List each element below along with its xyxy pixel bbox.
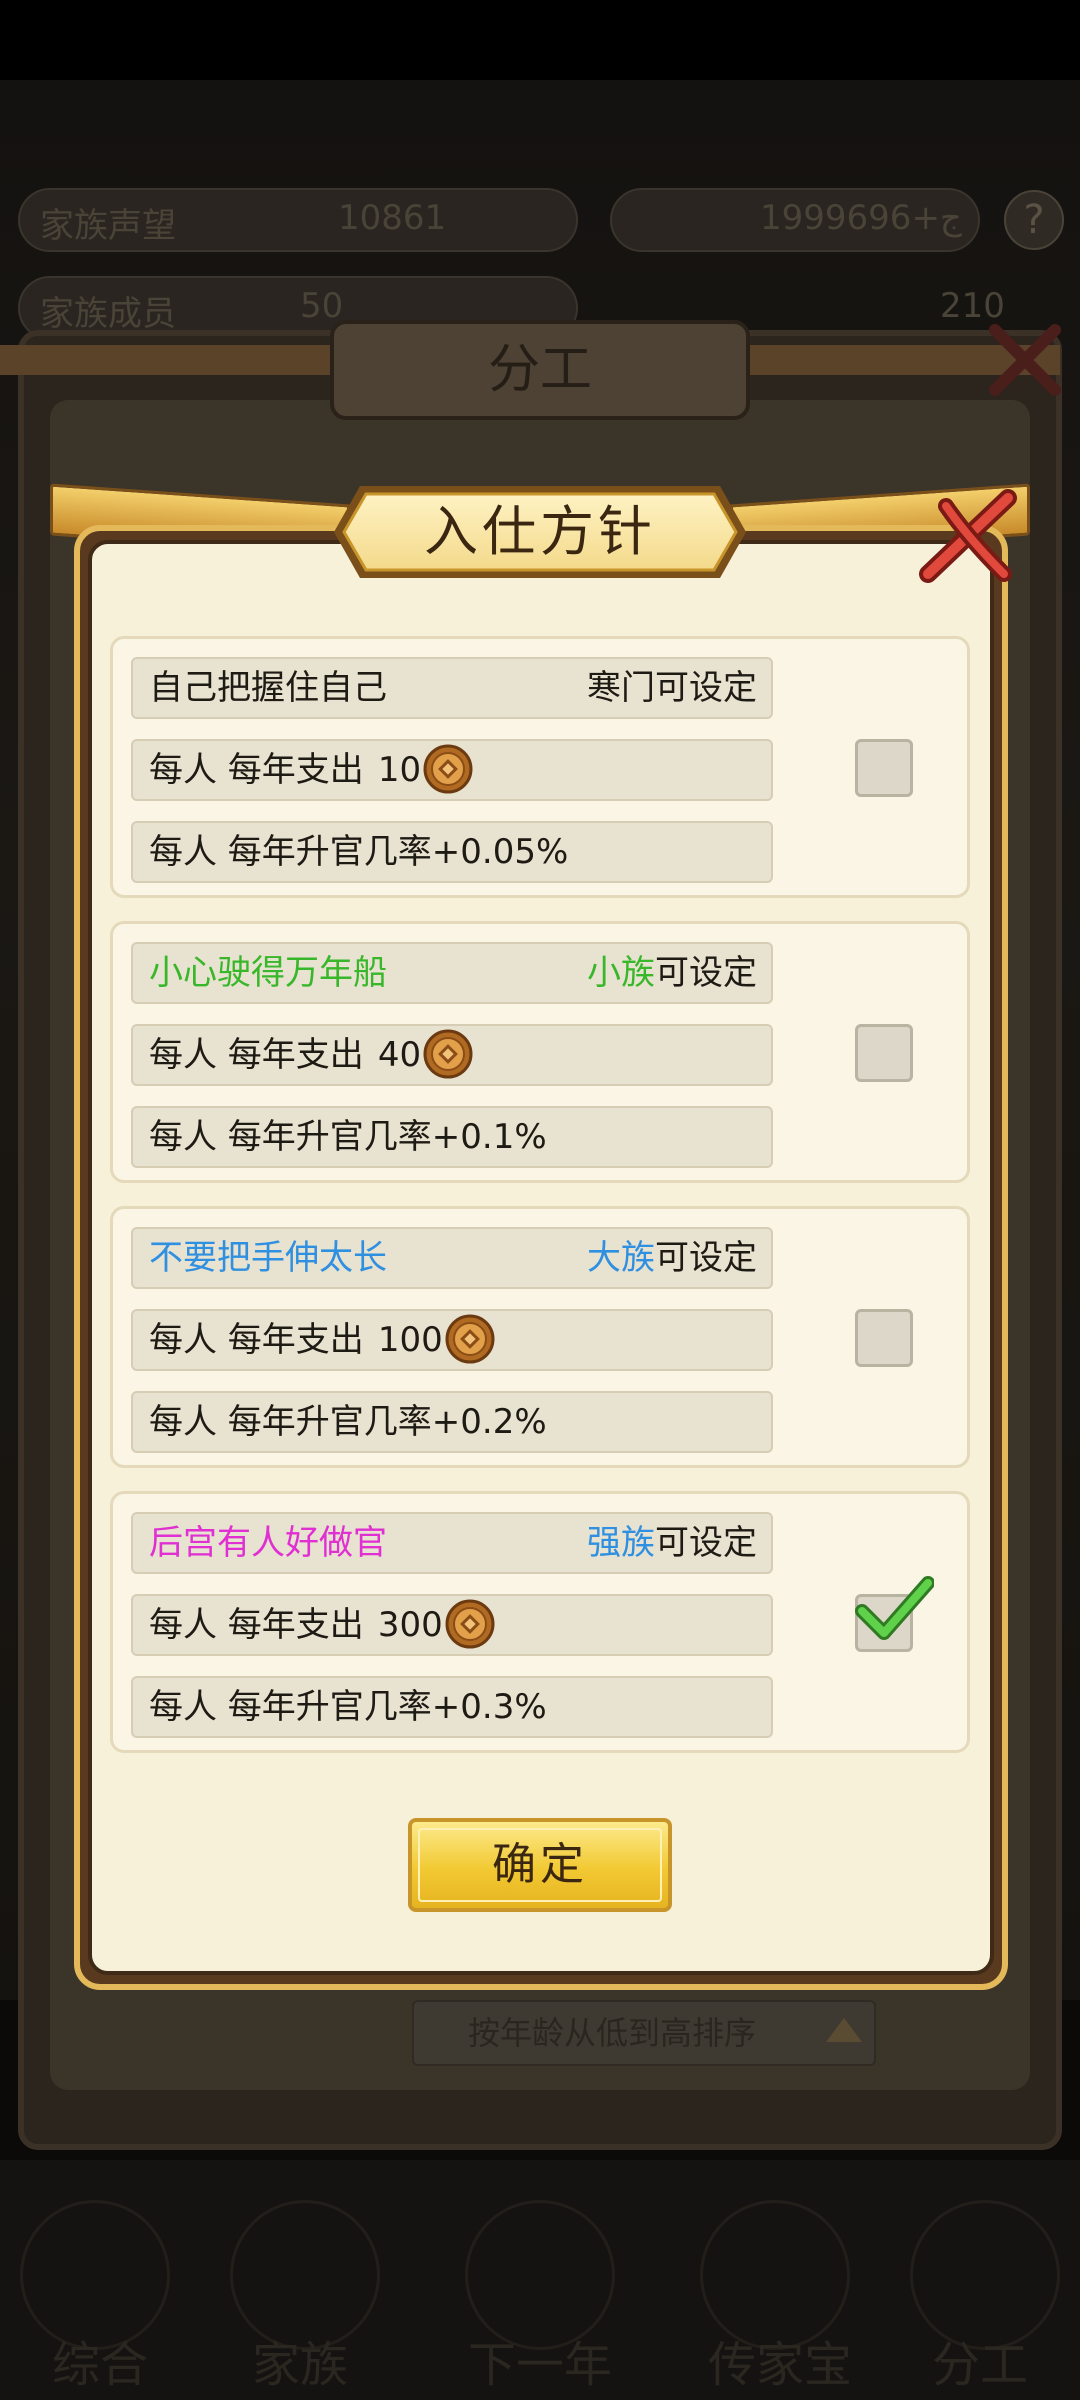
option-card: 小心驶得万年船 小族可设定每人 每年支出 40 每人 每年升官几率+0.1%	[110, 921, 970, 1183]
option-checkbox[interactable]	[855, 1024, 913, 1082]
option-cost-value: 100	[377, 1320, 443, 1360]
option-benefit-row: 每人 每年升官几率+0.3%	[131, 1676, 773, 1738]
option-checkbox[interactable]	[855, 1576, 934, 1652]
background-ribbon-left	[0, 345, 330, 375]
option-cost-prefix: 每人 每年支出	[149, 1320, 364, 1360]
option-benefit-row: 每人 每年升官几率+0.1%	[131, 1106, 773, 1168]
checkmark-icon	[855, 1576, 934, 1640]
copper-coin-icon	[445, 1314, 495, 1363]
option-title-row: 不要把手伸太长 大族可设定	[131, 1227, 773, 1289]
option-benefit-row: 每人 每年升官几率+0.05%	[131, 821, 773, 883]
option-checkbox[interactable]	[855, 739, 913, 797]
option-cost-prefix: 每人 每年支出	[149, 750, 364, 790]
option-cost: 每人 每年支出 300	[149, 1596, 495, 1654]
option-settable-label: 可设定	[655, 668, 757, 708]
option-requirement: 强族可设定	[587, 1514, 757, 1572]
option-name: 后宫有人好做官	[149, 1523, 387, 1563]
sort-label: 按年龄从低到高排序	[467, 2014, 756, 2052]
copper-coin-icon	[423, 1029, 473, 1078]
sort-arrow-icon	[826, 2018, 862, 2042]
option-requirement: 小族可设定	[587, 944, 757, 1002]
close-icon[interactable]	[908, 476, 1028, 596]
option-requirement: 寒门可设定	[587, 659, 757, 717]
copper-coin-icon	[423, 744, 473, 793]
option-settable-label: 可设定	[655, 1238, 757, 1278]
option-title-row: 自己把握住自己 寒门可设定	[131, 657, 773, 719]
option-tier: 大族	[587, 1238, 655, 1278]
option-name: 小心驶得万年船	[149, 953, 387, 993]
background-title: 分工	[487, 340, 592, 400]
option-cost: 每人 每年支出 100	[149, 1311, 495, 1369]
option-cost: 每人 每年支出 40	[149, 1026, 473, 1084]
option-card: 不要把手伸太长 大族可设定每人 每年支出 100 每人 每年升官几率+0.2%	[110, 1206, 970, 1468]
option-name: 不要把手伸太长	[149, 1238, 387, 1278]
nav-item-division[interactable]: 分工	[880, 2325, 1080, 2395]
option-title-row: 后宫有人好做官 强族可设定	[131, 1512, 773, 1574]
option-benefit: 每人 每年升官几率+0.3%	[149, 1687, 547, 1727]
coins-value: 1999ج+696	[760, 198, 962, 238]
members-label: 家族成员	[40, 294, 176, 334]
confirm-button[interactable]: 确定	[408, 1818, 672, 1912]
option-settable-label: 可设定	[655, 1523, 757, 1563]
option-name: 自己把握住自己	[149, 668, 387, 708]
option-cost-row: 每人 每年支出 40	[131, 1024, 773, 1086]
option-benefit: 每人 每年升官几率+0.05%	[149, 832, 569, 872]
option-settable-label: 可设定	[655, 953, 757, 993]
status-bar	[0, 0, 1080, 80]
dialog-title: 入仕方针	[424, 500, 656, 563]
option-benefit: 每人 每年升官几率+0.1%	[149, 1117, 547, 1157]
option-checkbox[interactable]	[855, 1309, 913, 1367]
background-close-icon[interactable]	[985, 320, 1065, 400]
option-cost: 每人 每年支出 10	[149, 741, 473, 799]
option-benefit-row: 每人 每年升官几率+0.2%	[131, 1391, 773, 1453]
nav-item-family[interactable]: 家族	[200, 2325, 400, 2395]
option-cost-row: 每人 每年支出 10	[131, 739, 773, 801]
copper-coin-icon	[445, 1599, 495, 1648]
fame-value: 10861	[338, 198, 447, 238]
help-icon[interactable]: ?	[1004, 190, 1064, 250]
option-cost-value: 40	[377, 1035, 422, 1075]
option-cost-value: 10	[377, 750, 422, 790]
option-cost-row: 每人 每年支出 300	[131, 1594, 773, 1656]
option-cost-prefix: 每人 每年支出	[149, 1605, 364, 1645]
option-cost-value: 300	[377, 1605, 443, 1645]
game-screen: 家族声望 10861 1999ج+696 ? 家族成员 50 210 分工 按年…	[0, 0, 1080, 2400]
option-title-row: 小心驶得万年船 小族可设定	[131, 942, 773, 1004]
option-cost-prefix: 每人 每年支出	[149, 1035, 364, 1075]
option-requirement: 大族可设定	[587, 1229, 757, 1287]
option-card: 后宫有人好做官 强族可设定每人 每年支出 300 每人 每年升官几率+0.3%	[110, 1491, 970, 1753]
option-tier: 强族	[587, 1523, 655, 1563]
nav-item-overview[interactable]: 综合	[0, 2325, 200, 2395]
option-tier: 小族	[587, 953, 655, 993]
confirm-label: 确定	[492, 1839, 588, 1890]
option-benefit: 每人 每年升官几率+0.2%	[149, 1402, 547, 1442]
option-tier: 寒门	[587, 668, 655, 708]
option-cost-row: 每人 每年支出 100	[131, 1309, 773, 1371]
nav-item-next-year[interactable]: 下一年	[440, 2325, 640, 2395]
fame-label: 家族声望	[40, 206, 176, 246]
nav-item-heirloom[interactable]: 传家宝	[680, 2325, 880, 2395]
option-card: 自己把握住自己 寒门可设定每人 每年支出 10 每人 每年升官几率+0.05%	[110, 636, 970, 898]
